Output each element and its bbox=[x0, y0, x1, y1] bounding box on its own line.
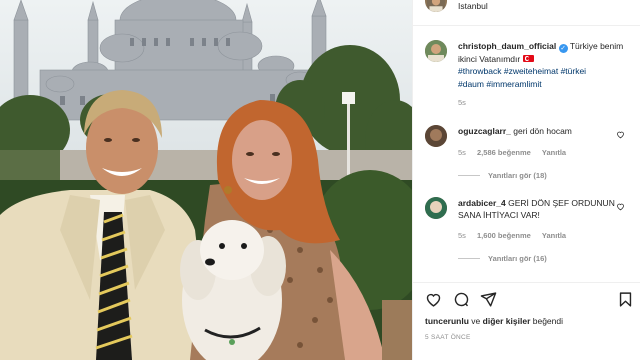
comment-username[interactable]: oguzcaglarr_ bbox=[458, 126, 511, 136]
hashtag-link[interactable]: #daum bbox=[458, 79, 484, 89]
comment-likes[interactable]: 2,586 beğenme bbox=[477, 148, 531, 157]
header-divider bbox=[413, 25, 640, 26]
verified-badge-icon: ✓ bbox=[558, 44, 568, 53]
comment-username[interactable]: ardabicer_4 bbox=[458, 198, 506, 208]
hashtag-link[interactable]: #zweiteheimat bbox=[504, 66, 558, 76]
comment-meta: 5s 2,586 beğenme Yanıtla bbox=[458, 148, 575, 157]
replies-line bbox=[458, 175, 480, 176]
other-likers-link[interactable]: diğer kişiler bbox=[483, 316, 531, 326]
view-replies-button[interactable]: Yanıtları gör (18) bbox=[458, 171, 547, 180]
comment-text: ardabicer_4 GERİ DÖN ŞEF ORDUNUN SANA İH… bbox=[458, 197, 618, 221]
commenter-avatar[interactable] bbox=[425, 125, 447, 147]
caption-username[interactable]: christoph_daum_official bbox=[458, 41, 556, 51]
comment-text: oguzcaglarr_ geri dön hocam bbox=[458, 125, 618, 137]
author-avatar[interactable] bbox=[425, 40, 447, 62]
hashtag-link[interactable]: #türkei bbox=[561, 66, 587, 76]
author-avatar[interactable] bbox=[425, 0, 447, 12]
comment-like-icon[interactable] bbox=[616, 202, 625, 211]
bookmark-icon[interactable] bbox=[617, 291, 634, 308]
comment-body: geri dön hocam bbox=[513, 126, 572, 136]
liker-username[interactable]: tuncerunlu bbox=[425, 316, 469, 326]
hashtag-link[interactable]: #immeramlimit bbox=[486, 79, 541, 89]
commenter-avatar[interactable] bbox=[425, 197, 447, 219]
likes-summary: tuncerunlu ve diğer kişiler beğendi bbox=[425, 316, 563, 326]
post-timestamp[interactable]: 5 SAAT ÖNCE bbox=[425, 334, 471, 341]
comment-like-icon[interactable] bbox=[616, 130, 625, 139]
comment-time[interactable]: 5s bbox=[458, 148, 466, 157]
comment-icon[interactable] bbox=[453, 291, 470, 308]
post-caption: christoph_daum_official ✓ Türkiye benim … bbox=[458, 40, 636, 90]
caption-time[interactable]: 5s bbox=[458, 98, 466, 107]
share-icon[interactable] bbox=[480, 291, 497, 308]
replies-line bbox=[458, 258, 480, 259]
view-replies-label: Yanıtları gör (16) bbox=[488, 254, 547, 263]
heart-icon[interactable] bbox=[425, 291, 442, 308]
view-replies-button[interactable]: Yanıtları gör (16) bbox=[458, 254, 547, 263]
post-location[interactable]: Istanbul bbox=[458, 1, 488, 11]
post-image bbox=[0, 0, 412, 360]
post-photo[interactable] bbox=[0, 0, 412, 360]
likes-connector: ve bbox=[471, 316, 481, 326]
likes-suffix: beğendi bbox=[532, 316, 564, 326]
hashtag-link[interactable]: #throwback bbox=[458, 66, 501, 76]
actions-divider bbox=[413, 282, 640, 283]
comment-meta: 5s 1,600 beğenme Yanıtla bbox=[458, 231, 575, 240]
turkey-flag-icon bbox=[522, 55, 534, 62]
comment-time[interactable]: 5s bbox=[458, 231, 466, 240]
post-side-panel: Istanbul christoph_daum_official ✓ Türki… bbox=[412, 0, 640, 360]
comment-reply-button[interactable]: Yanıtla bbox=[542, 231, 566, 240]
comment-likes[interactable]: 1,600 beğenme bbox=[477, 231, 531, 240]
comment-reply-button[interactable]: Yanıtla bbox=[542, 148, 566, 157]
view-replies-label: Yanıtları gör (18) bbox=[488, 171, 547, 180]
